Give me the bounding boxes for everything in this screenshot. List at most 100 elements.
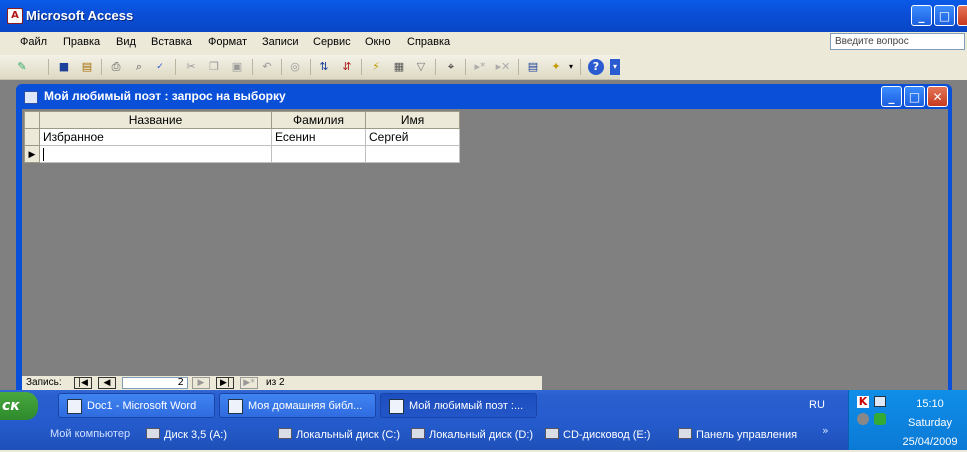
row-selector[interactable] — [24, 128, 40, 146]
close-button[interactable] — [957, 5, 967, 26]
delete-record-icon[interactable]: ▸✕ — [495, 59, 511, 75]
hyperlink-icon[interactable]: ◎ — [287, 59, 303, 75]
cd-drive-icon — [545, 428, 559, 439]
floppy-icon — [146, 428, 160, 439]
filter-by-selection-icon[interactable]: ⚡ — [368, 59, 384, 75]
quick-link-control-panel[interactable]: Панель управления — [678, 428, 797, 441]
toolbar-separator — [518, 59, 519, 75]
update-icon[interactable] — [874, 413, 886, 425]
chevron-down-icon[interactable]: ▾ — [567, 59, 575, 75]
toolbar-separator — [310, 59, 311, 75]
last-record-button[interactable]: ▶| — [216, 377, 234, 389]
toolbar-separator — [252, 59, 253, 75]
cell-surname[interactable]: Есенин — [271, 128, 366, 146]
app-title: Microsoft Access — [26, 8, 134, 23]
paste-icon[interactable]: ▣ — [229, 59, 245, 75]
quick-link-label: CD-дисковод (E:) — [563, 429, 651, 441]
current-record-indicator[interactable]: ▶ — [24, 145, 40, 163]
new-record-row: ▶ — [24, 145, 460, 163]
toolbar-separator — [175, 59, 176, 75]
sort-ascending-icon[interactable]: ⇅ — [316, 59, 332, 75]
toolbar-options-icon[interactable]: ▾ — [610, 59, 620, 75]
menu-view[interactable]: Вид — [116, 36, 136, 48]
column-header-firstname[interactable]: Имя — [365, 111, 460, 129]
clock-time: 15:10 — [916, 398, 944, 410]
cut-icon[interactable]: ✂ — [183, 59, 199, 75]
apply-filter-icon[interactable]: ▽ — [413, 59, 429, 75]
new-cell-surname[interactable] — [271, 145, 366, 163]
task-word[interactable]: Doc1 - Microsoft Word — [58, 393, 215, 418]
chevron-right-icon[interactable]: » — [822, 424, 829, 437]
previous-record-button[interactable]: ◀ — [98, 377, 116, 389]
datasheet-grid: Название Фамилия Имя Избранное Есенин Се… — [24, 111, 460, 163]
menu-insert[interactable]: Вставка — [151, 36, 192, 48]
task-query[interactable]: Мой любимый поэт :... — [380, 393, 537, 418]
toolbar-separator — [48, 59, 49, 75]
quick-link-disk-d[interactable]: Локальный диск (D:) — [411, 428, 533, 441]
help-icon[interactable]: ? — [588, 59, 604, 75]
cell-firstname[interactable]: Сергей — [365, 128, 460, 146]
column-header-surname[interactable]: Фамилия — [271, 111, 366, 129]
filter-by-form-icon[interactable]: ▦ — [391, 59, 407, 75]
menu-edit[interactable]: Правка — [63, 36, 100, 48]
record-number-input[interactable]: 2 — [122, 377, 188, 389]
start-button[interactable]: ск — [0, 392, 38, 420]
next-record-button[interactable]: ▶ — [192, 377, 210, 389]
task-home-library-label: Моя домашняя библ... — [248, 400, 363, 412]
app-title-bar[interactable] — [0, 0, 967, 32]
print-icon[interactable]: ⎙ — [108, 59, 124, 75]
quick-link-label: Диск 3,5 (A:) — [164, 429, 228, 441]
sound-icon[interactable] — [857, 413, 869, 425]
design-view-icon[interactable]: ✎ — [14, 59, 30, 75]
query-minimize-button[interactable]: _ — [881, 86, 902, 107]
quick-link-floppy[interactable]: Диск 3,5 (A:) — [146, 428, 227, 441]
copy-icon[interactable]: ❐ — [206, 59, 222, 75]
network-icon[interactable] — [874, 396, 886, 407]
new-record-nav-button[interactable]: ▶* — [240, 377, 258, 389]
database-window-icon[interactable]: ▤ — [525, 59, 541, 75]
undo-icon[interactable]: ↶ — [259, 59, 275, 75]
permissions-icon[interactable]: ▤ — [79, 59, 95, 75]
quick-link-label: Локальный диск (D:) — [429, 429, 534, 441]
word-icon — [67, 399, 82, 414]
query-maximize-button[interactable]: □ — [904, 86, 925, 107]
column-header-name[interactable]: Название — [39, 111, 272, 129]
query-close-button[interactable]: ✕ — [927, 86, 948, 107]
toolbar-separator — [281, 59, 282, 75]
cell-name[interactable]: Избранное — [39, 128, 272, 146]
new-object-icon[interactable]: ✦ — [548, 59, 564, 75]
new-cell-firstname[interactable] — [365, 145, 460, 163]
sort-descending-icon[interactable]: ⇵ — [339, 59, 355, 75]
minimize-button[interactable]: _ — [911, 5, 932, 26]
disk-icon — [411, 428, 425, 439]
quick-link-my-computer[interactable]: Мой компьютер — [50, 428, 130, 440]
maximize-button[interactable]: □ — [934, 5, 955, 26]
menu-format[interactable]: Формат — [208, 36, 247, 48]
first-record-button[interactable]: |◀ — [74, 377, 92, 389]
menu-file[interactable]: Файл — [20, 36, 47, 48]
new-cell-name[interactable] — [39, 145, 272, 163]
spelling-icon[interactable]: ✓ — [152, 59, 168, 75]
menu-help[interactable]: Справка — [407, 36, 450, 48]
menu-tools[interactable]: Сервис — [313, 36, 351, 48]
quick-link-disk-c[interactable]: Локальный диск (C:) — [278, 428, 400, 441]
task-home-library[interactable]: Моя домашняя библ... — [219, 393, 376, 418]
menu-records[interactable]: Записи — [262, 36, 299, 48]
language-indicator[interactable]: RU — [809, 399, 825, 411]
control-panel-icon — [678, 428, 692, 439]
ask-question-input[interactable]: Введите вопрос — [830, 33, 965, 50]
database-icon — [228, 399, 243, 414]
antivirus-icon[interactable]: K — [857, 396, 869, 408]
quick-link-cd-drive[interactable]: CD-дисковод (E:) — [545, 428, 650, 441]
header-row: Название Фамилия Имя — [24, 111, 460, 129]
new-record-icon[interactable]: ▸* — [472, 59, 488, 75]
access-app-icon[interactable]: A — [7, 8, 23, 24]
system-clock[interactable]: 15:10 Saturday 25/04/2009 — [895, 395, 965, 452]
print-preview-icon[interactable]: ⌕ — [131, 59, 147, 75]
task-query-label: Мой любимый поэт :... — [409, 400, 524, 412]
menu-window[interactable]: Окно — [365, 36, 391, 48]
select-all-corner[interactable] — [24, 111, 40, 129]
find-icon[interactable]: ⌖ — [443, 59, 459, 75]
quick-link-label: Локальный диск (C:) — [296, 429, 401, 441]
save-icon[interactable]: ■ — [56, 59, 72, 75]
